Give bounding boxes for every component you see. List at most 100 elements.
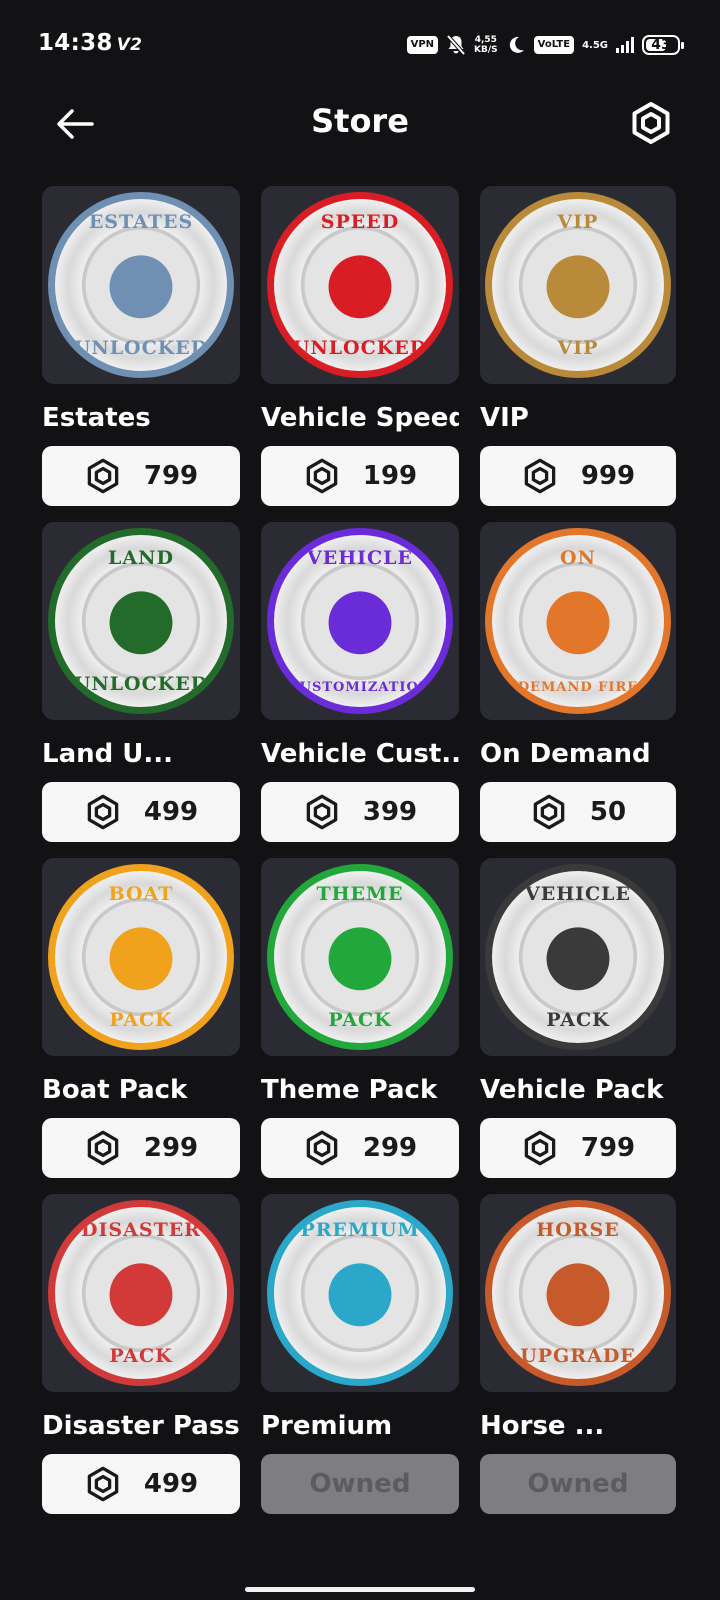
badge-bottom-text: UNLOCKED [73, 673, 209, 695]
badge-top-text: VEHICLE [524, 883, 632, 905]
robux-icon [632, 102, 670, 144]
item-thumbnail[interactable]: ON DEMAND FIRE [480, 522, 676, 720]
bell-muted-icon [446, 34, 466, 56]
item-thumbnail[interactable]: PREMIUM [261, 1194, 459, 1392]
item-name: Land U... [42, 739, 174, 769]
badge-bottom-text: PACK [546, 1009, 610, 1031]
price-value: 299 [143, 1133, 199, 1163]
item-name: Vehicle Cust... [261, 739, 459, 769]
moon-icon [509, 36, 524, 53]
badge-top-text: VIP [557, 211, 599, 233]
item-name: Premium [261, 1411, 393, 1441]
robux-icon [87, 458, 119, 494]
item-badge-image: PREMIUM [267, 1200, 453, 1386]
store-item: ESTATES UNLOCKED Estates 799 [42, 186, 240, 506]
price-button[interactable]: Owned [261, 1454, 459, 1514]
item-name: Estates [42, 403, 151, 433]
price-value: 299 [362, 1133, 418, 1163]
item-name: Boat Pack [42, 1075, 188, 1105]
price-value: 999 [580, 461, 636, 491]
robux-icon [306, 458, 338, 494]
badge-top-text: ESTATES [88, 211, 194, 233]
vpn-icon: VPN [406, 36, 439, 54]
item-thumbnail[interactable]: DISASTER PACK [42, 1194, 240, 1392]
price-button[interactable]: 199 [261, 446, 459, 506]
badge-bottom-text: UNLOCKED [292, 337, 428, 359]
badge-bottom-text: PACK [109, 1345, 173, 1367]
item-badge-image: ON DEMAND FIRE [485, 528, 671, 714]
price-button[interactable]: 50 [480, 782, 676, 842]
robux-icon [306, 794, 338, 830]
battery-level: 43 [651, 37, 671, 53]
status-icons: VPN 4,55 KB/S VoLTE 4.5G 43 [406, 34, 684, 56]
store-item: BOAT PACK Boat Pack 299 [42, 858, 240, 1178]
price-button[interactable]: 799 [42, 446, 240, 506]
badge-top-text: SPEED [320, 211, 400, 233]
price-value: 799 [580, 1133, 636, 1163]
clock: 14:38 V2 [38, 30, 142, 56]
badge-top-text: BOAT [108, 883, 174, 905]
badge-top-text: DISASTER [81, 1219, 201, 1241]
price-button[interactable]: 799 [480, 1118, 676, 1178]
badge-bottom-text: UPGRADE [520, 1345, 636, 1367]
badge-top-text: PREMIUM [300, 1219, 420, 1241]
store-item: THEME PACK Theme Pack 299 [261, 858, 459, 1178]
badge-bottom-text: DEMAND FIRE [517, 680, 639, 695]
item-badge-image: ESTATES UNLOCKED [48, 192, 234, 378]
item-badge-image: BOAT PACK [48, 864, 234, 1050]
network-speed: 4,55 KB/S [474, 35, 498, 55]
badge-top-text: VEHICLE [306, 547, 414, 569]
price-value: Owned [309, 1469, 411, 1499]
price-value: 199 [362, 461, 418, 491]
item-thumbnail[interactable]: VEHICLE PACK [480, 858, 676, 1056]
home-indicator[interactable] [245, 1587, 475, 1592]
price-button[interactable]: 299 [42, 1118, 240, 1178]
price-value: Owned [527, 1469, 629, 1499]
battery-icon: 43 [642, 35, 684, 55]
item-thumbnail[interactable]: SPEED UNLOCKED [261, 186, 459, 384]
volte-icon: VoLTE [533, 36, 575, 54]
item-badge-image: LAND UNLOCKED [48, 528, 234, 714]
item-badge-image: DISASTER PACK [48, 1200, 234, 1386]
price-button[interactable]: 299 [261, 1118, 459, 1178]
clock-time: 14:38 [38, 30, 113, 56]
item-thumbnail[interactable]: ESTATES UNLOCKED [42, 186, 240, 384]
store-item: SPEED UNLOCKED Vehicle Speed 199 [261, 186, 459, 506]
price-value: 499 [143, 797, 199, 827]
price-button[interactable]: 499 [42, 782, 240, 842]
price-button[interactable]: 499 [42, 1454, 240, 1514]
store-grid: ESTATES UNLOCKED Estates 799 SPEED UNLOC… [42, 186, 676, 1514]
item-name: Theme Pack [261, 1075, 438, 1105]
store-item: PREMIUM Premium Owned [261, 1194, 459, 1514]
item-name: Vehicle Speed [261, 403, 459, 433]
robux-button[interactable] [628, 100, 674, 146]
item-thumbnail[interactable]: HORSE UPGRADE [480, 1194, 676, 1392]
badge-bottom-text: PACK [109, 1009, 173, 1031]
carrier-tag: V2 [116, 35, 143, 55]
item-badge-image: VIP VIP [485, 192, 671, 378]
item-thumbnail[interactable]: LAND UNLOCKED [42, 522, 240, 720]
price-button[interactable]: 399 [261, 782, 459, 842]
item-name: Disaster Pass [42, 1411, 240, 1441]
item-badge-image: VEHICLE CUSTOMIZATION [267, 528, 453, 714]
badge-top-text: LAND [108, 547, 174, 569]
item-badge-image: VEHICLE PACK [485, 864, 671, 1050]
price-button[interactable]: 999 [480, 446, 676, 506]
robux-icon [524, 1130, 556, 1166]
item-thumbnail[interactable]: THEME PACK [261, 858, 459, 1056]
battery-tip [681, 42, 684, 49]
item-thumbnail[interactable]: VIP VIP [480, 186, 676, 384]
signal-label: 4.5G [582, 39, 608, 51]
price-button[interactable]: Owned [480, 1454, 676, 1514]
price-value: 50 [589, 797, 627, 827]
item-badge-image: HORSE UPGRADE [485, 1200, 671, 1386]
price-value: 399 [362, 797, 418, 827]
item-name: Horse ... [480, 1411, 605, 1441]
item-badge-image: THEME PACK [267, 864, 453, 1050]
item-thumbnail[interactable]: BOAT PACK [42, 858, 240, 1056]
status-bar: 14:38 V2 VPN 4,55 KB/S VoLTE 4.5G 43 [0, 0, 720, 92]
robux-icon [87, 1466, 119, 1502]
item-thumbnail[interactable]: VEHICLE CUSTOMIZATION [261, 522, 459, 720]
store-item: VIP VIP VIP 999 [480, 186, 676, 506]
signal-icon [616, 37, 634, 53]
